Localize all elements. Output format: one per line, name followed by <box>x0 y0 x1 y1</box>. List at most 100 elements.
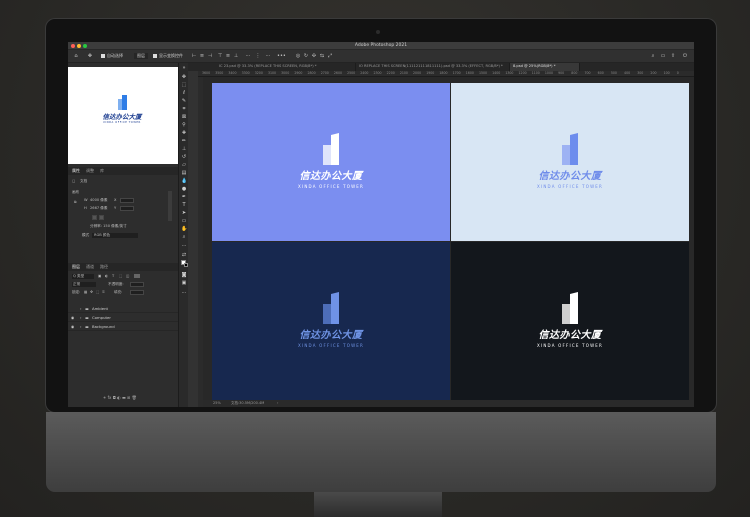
distribute-icon[interactable]: ⋯ <box>245 53 251 59</box>
document-tab-3[interactable]: 8.psd @ 25%(RGB/8*) * <box>510 63 580 71</box>
distribute-horizontal-icon[interactable]: ⋯ <box>265 53 271 59</box>
y-field[interactable] <box>120 206 134 211</box>
document-tab-1[interactable]: IC 23.psd @ 33.3% (REPLACE THIS SCREEN, … <box>216 63 356 71</box>
fx-icon[interactable]: fx <box>108 395 112 400</box>
filter-pixel-icon[interactable]: ▣ <box>98 274 101 278</box>
more-tools-icon[interactable]: … <box>181 242 187 248</box>
3d-slide-icon[interactable]: ⇆ <box>319 53 325 59</box>
layer-row-background[interactable]: ◉ › ▬ Background <box>68 322 178 331</box>
frame-tool-icon[interactable]: ⊠ <box>181 114 187 120</box>
trash-icon[interactable]: 🗑 <box>132 395 137 400</box>
document-tab-2[interactable]: IO REPLACE THIS SCREEN(111121111811111).… <box>356 63 510 71</box>
chevron-right-icon[interactable]: › <box>80 324 82 329</box>
orientation-landscape-button[interactable] <box>99 215 104 220</box>
move-tool-icon[interactable]: ✥ <box>87 53 93 59</box>
filter-smart-icon[interactable]: ◫ <box>126 274 129 278</box>
3d-scale-icon[interactable]: ⤢ <box>327 53 333 59</box>
healing-brush-tool-icon[interactable]: ✚ <box>181 130 187 136</box>
link-dimensions-icon[interactable]: ⧉ <box>74 200 77 204</box>
edit-toolbar-icon[interactable]: ⋯ <box>181 290 187 296</box>
background-color-swatch[interactable] <box>184 263 188 267</box>
lasso-tool-icon[interactable]: ℓ <box>181 90 187 96</box>
lock-pixels-icon[interactable]: ▦ <box>84 290 87 294</box>
tab-channels[interactable]: 通道 <box>86 264 94 270</box>
pen-tool-icon[interactable]: ✒ <box>181 194 187 200</box>
tab-adjustments[interactable]: 调整 <box>86 168 94 174</box>
filter-toggle[interactable] <box>134 274 140 278</box>
show-transform-checkbox[interactable] <box>153 54 157 58</box>
tab-properties[interactable]: 属性 <box>72 168 80 174</box>
eyedropper-tool-icon[interactable]: ⚲ <box>181 122 187 128</box>
canvas-area[interactable]: 信达办公大厦 XINDA OFFICE TOWER 信达办公大厦 XINDA O… <box>203 77 694 400</box>
search-icon[interactable]: ⌕ <box>650 53 656 59</box>
3d-rotate-icon[interactable]: ↻ <box>303 53 309 59</box>
move-tool-icon[interactable]: ✥ <box>181 74 187 80</box>
history-brush-tool-icon[interactable]: ↺ <box>181 154 187 160</box>
zoom-level[interactable]: 25% <box>213 401 221 405</box>
chevron-right-icon[interactable]: › <box>80 306 82 311</box>
type-tool-icon[interactable]: T <box>181 202 187 208</box>
new-layer-icon[interactable]: ⊞ <box>127 395 130 400</box>
group-select[interactable]: 图层 <box>134 53 148 59</box>
3d-mode-icon[interactable]: ◎ <box>295 53 301 59</box>
dodge-tool-icon[interactable]: ● <box>181 186 187 192</box>
eye-icon[interactable]: ◉ <box>71 315 74 320</box>
eraser-tool-icon[interactable]: ▱ <box>181 162 187 168</box>
adjustment-icon[interactable]: ◐ <box>117 395 121 400</box>
clone-stamp-tool-icon[interactable]: ⊥ <box>181 146 187 152</box>
link-layers-icon[interactable]: ⚭ <box>103 395 106 400</box>
layer-kind-filter[interactable]: Q 类型 <box>72 274 94 279</box>
align-right-icon[interactable]: ⊣ <box>207 53 213 59</box>
auto-select-checkbox[interactable] <box>101 54 105 58</box>
lock-position-icon[interactable]: ✥ <box>90 290 93 294</box>
quick-mask-icon[interactable]: ◙ <box>181 272 187 278</box>
tab-layers[interactable]: 图层 <box>72 264 80 270</box>
path-selection-tool-icon[interactable]: ➤ <box>181 210 187 216</box>
artboard[interactable]: 信达办公大厦 XINDA OFFICE TOWER 信达办公大厦 XINDA O… <box>212 83 689 400</box>
width-value[interactable]: 4000 像素 <box>90 198 107 203</box>
align-top-icon[interactable]: ⊤ <box>217 53 223 59</box>
rectangle-tool-icon[interactable]: ▭ <box>181 218 187 224</box>
quick-select-tool-icon[interactable]: ✎ <box>181 98 187 104</box>
3d-drag-icon[interactable]: ✣ <box>311 53 317 59</box>
x-field[interactable] <box>120 198 134 203</box>
filter-shape-icon[interactable]: ⬚ <box>119 274 122 278</box>
brush-tool-icon[interactable]: ✏ <box>181 138 187 144</box>
hand-tool-icon[interactable]: ✋ <box>181 226 187 232</box>
filter-type-icon[interactable]: T <box>112 274 114 278</box>
screen-mode-icon[interactable]: ▣ <box>181 280 187 286</box>
distribute-vertical-icon[interactable]: ⋮ <box>255 53 261 59</box>
chevron-right-icon[interactable]: › <box>80 315 82 320</box>
zoom-tool-icon[interactable]: ⌕ <box>181 234 187 240</box>
opacity-field[interactable] <box>130 282 144 287</box>
new-group-icon[interactable]: ▬ <box>122 395 126 400</box>
home-icon[interactable]: ⌂ <box>73 53 79 59</box>
workspace-icon[interactable]: ▭ <box>660 53 666 59</box>
blend-mode-select[interactable]: 正常 <box>72 282 96 287</box>
gradient-tool-icon[interactable]: ▤ <box>181 170 187 176</box>
chevron-right-icon[interactable]: › <box>277 401 278 405</box>
filter-adjustment-icon[interactable]: ◐ <box>105 274 108 278</box>
layer-row-ambient[interactable]: › ▬ Ambient <box>68 304 178 313</box>
mode-select[interactable]: RGB 颜色 <box>92 233 138 238</box>
eye-icon[interactable]: ◉ <box>71 324 74 329</box>
orientation-portrait-button[interactable] <box>92 215 97 220</box>
tab-paths[interactable]: 路径 <box>100 264 108 270</box>
mask-icon[interactable]: ◘ <box>113 395 116 400</box>
tab-libraries[interactable]: 库 <box>100 168 104 174</box>
crop-tool-icon[interactable]: ⌗ <box>181 106 187 112</box>
align-center-icon[interactable]: ≡ <box>199 53 205 59</box>
share-icon[interactable]: ⇪ <box>670 53 676 59</box>
navigator-thumbnail[interactable]: 信达办公大厦 XINDA OFFICE TOWER <box>68 67 178 164</box>
blur-tool-icon[interactable]: 💧 <box>181 178 187 184</box>
align-bottom-icon[interactable]: ⊥ <box>233 53 239 59</box>
fill-field[interactable] <box>130 290 144 295</box>
layer-row-computer[interactable]: ◉ › ▬ Computer <box>68 313 178 322</box>
more-options-icon[interactable]: ••• <box>277 53 286 59</box>
swap-colors-icon[interactable]: ⇄ <box>181 252 187 258</box>
document-info[interactable]: 文档:30.5M/200.4M <box>231 401 264 406</box>
marquee-tool-icon[interactable]: ⬚ <box>181 82 187 88</box>
height-value[interactable]: 2667 像素 <box>90 206 107 211</box>
lock-artboard-icon[interactable]: ⬚ <box>96 290 99 294</box>
power-icon[interactable]: ⏻ <box>682 53 688 59</box>
